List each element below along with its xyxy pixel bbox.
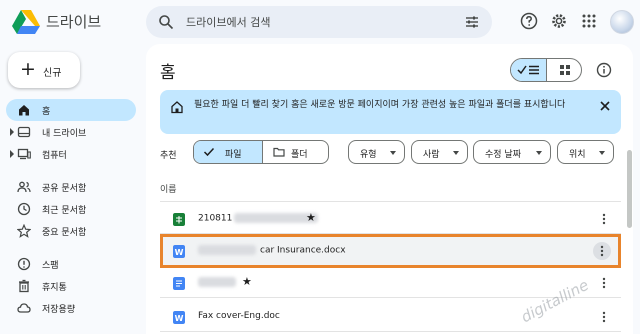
nav-item-recent[interactable]: 최근 문서함 bbox=[6, 198, 136, 220]
my-drive-icon bbox=[17, 126, 31, 138]
word-file-icon: W bbox=[173, 311, 185, 324]
filter-people-chip[interactable]: 사람 bbox=[411, 140, 468, 164]
list-view-button[interactable] bbox=[511, 59, 547, 81]
nav-item-spam[interactable]: 스팸 bbox=[6, 253, 136, 275]
starred-icon: ★ bbox=[242, 275, 252, 288]
file-row-selected[interactable]: W car Insurance.docx bbox=[160, 234, 621, 268]
nav-label: 홈 bbox=[42, 107, 51, 117]
more-options-icon[interactable] bbox=[593, 242, 611, 260]
trash-icon bbox=[19, 279, 29, 293]
folders-segment-button[interactable]: 폴더 bbox=[263, 141, 328, 163]
expand-caret-icon[interactable] bbox=[9, 150, 15, 158]
filter-label: 수정 날짜 bbox=[485, 150, 521, 160]
home-outline-icon bbox=[171, 101, 183, 114]
app-name: 드라이브 bbox=[46, 13, 102, 31]
file-name: Fax cover-Eng.doc bbox=[198, 311, 280, 321]
files-segment-label: 파일 bbox=[225, 150, 242, 160]
name-column-header[interactable]: 이름 bbox=[160, 182, 177, 195]
filter-label: 유형 bbox=[360, 150, 377, 160]
spam-icon bbox=[17, 257, 31, 271]
search-bar[interactable]: 드라이브에서 검색 bbox=[146, 6, 492, 38]
divider bbox=[160, 201, 621, 202]
search-icon[interactable] bbox=[158, 14, 174, 30]
files-folders-toggle: 파일 폴더 bbox=[193, 140, 329, 164]
dropdown-arrow-icon bbox=[536, 151, 542, 155]
file-name: 210811 bbox=[198, 213, 319, 224]
check-list-icon bbox=[517, 65, 539, 75]
file-name: car Insurance.docx bbox=[198, 245, 346, 256]
docs-file-icon bbox=[173, 277, 185, 290]
new-button-label: 신규 bbox=[43, 68, 62, 79]
filter-modified-chip[interactable]: 수정 날짜 bbox=[473, 140, 551, 164]
dropdown-arrow-icon bbox=[453, 151, 459, 155]
account-avatar[interactable] bbox=[610, 10, 634, 34]
nav-label: 스팸 bbox=[42, 261, 59, 271]
nav-item-trash[interactable]: 휴지통 bbox=[6, 275, 136, 297]
nav-label: 공유 문서함 bbox=[42, 184, 87, 194]
settings-icon[interactable] bbox=[550, 12, 568, 30]
drive-logo-icon[interactable] bbox=[12, 8, 40, 34]
nav-item-storage[interactable]: 저장용량 bbox=[6, 297, 136, 319]
folder-icon bbox=[273, 147, 285, 157]
svg-text:W: W bbox=[175, 314, 184, 323]
cloud-icon bbox=[17, 303, 31, 313]
search-input[interactable]: 드라이브에서 검색 bbox=[186, 14, 270, 30]
recent-icon bbox=[17, 202, 31, 216]
home-icon bbox=[19, 105, 29, 116]
nav-item-home[interactable]: 홈 bbox=[6, 99, 136, 121]
word-file-icon: W bbox=[173, 245, 185, 258]
nav-item-my-drive[interactable]: 내 드라이브 bbox=[6, 121, 136, 143]
more-options-icon[interactable] bbox=[597, 276, 611, 290]
star-icon bbox=[17, 224, 31, 238]
redacted-text bbox=[198, 245, 256, 255]
grid-icon bbox=[560, 65, 570, 75]
filter-type-chip[interactable]: 유형 bbox=[348, 140, 405, 164]
svg-text:W: W bbox=[175, 248, 184, 257]
apps-grid-icon[interactable] bbox=[580, 12, 598, 30]
file-name bbox=[198, 277, 236, 288]
computer-icon bbox=[17, 148, 31, 160]
view-toggle bbox=[510, 58, 582, 82]
filter-label: 위치 bbox=[569, 150, 586, 160]
shared-icon bbox=[17, 181, 31, 193]
new-button[interactable]: + 신규 bbox=[8, 52, 80, 88]
nav-item-computers[interactable]: 컴퓨터 bbox=[6, 143, 136, 165]
close-icon[interactable] bbox=[599, 100, 611, 112]
dropdown-arrow-icon bbox=[390, 151, 396, 155]
starred-icon: ★ bbox=[306, 211, 316, 224]
suggested-label: 추천 bbox=[160, 151, 177, 161]
filter-location-chip[interactable]: 위치 bbox=[557, 140, 614, 164]
redacted-text bbox=[198, 277, 236, 287]
nav-label: 컴퓨터 bbox=[42, 151, 67, 161]
plus-icon: + bbox=[20, 58, 36, 80]
more-options-icon[interactable] bbox=[597, 212, 611, 226]
top-bar: 드라이브 드라이브에서 검색 bbox=[0, 0, 640, 46]
banner-text: 필요한 파일 더 빨리 찾기 홈은 새로운 방문 페이지이며 가장 관련성 높은… bbox=[194, 100, 566, 110]
expand-caret-icon[interactable] bbox=[9, 128, 15, 136]
nav-label: 중요 문서함 bbox=[42, 228, 87, 238]
nav-label: 내 드라이브 bbox=[42, 129, 87, 139]
sheets-file-icon bbox=[173, 213, 185, 226]
files-segment-button[interactable]: 파일 bbox=[194, 141, 263, 163]
check-icon bbox=[203, 147, 215, 157]
help-icon[interactable] bbox=[520, 12, 538, 30]
page-title: 홈 bbox=[160, 63, 176, 83]
info-icon[interactable] bbox=[596, 62, 612, 78]
filter-label: 사람 bbox=[423, 150, 440, 160]
home-info-banner: 필요한 파일 더 빨리 찾기 홈은 새로운 방문 페이지이며 가장 관련성 높은… bbox=[160, 90, 621, 134]
nav-label: 휴지통 bbox=[42, 283, 67, 293]
nav-item-shared[interactable]: 공유 문서함 bbox=[6, 176, 136, 198]
nav-item-starred[interactable]: 중요 문서함 bbox=[6, 220, 136, 242]
nav-label: 최근 문서함 bbox=[42, 206, 87, 216]
nav-label: 저장용량 bbox=[42, 305, 76, 315]
folders-segment-label: 폴더 bbox=[291, 150, 308, 160]
search-options-icon[interactable] bbox=[464, 14, 480, 30]
dropdown-arrow-icon bbox=[599, 151, 605, 155]
grid-view-button[interactable] bbox=[547, 59, 581, 81]
scrollbar[interactable] bbox=[627, 150, 632, 228]
more-options-icon[interactable] bbox=[597, 310, 611, 324]
file-row[interactable]: 210811 ★ bbox=[160, 204, 621, 234]
